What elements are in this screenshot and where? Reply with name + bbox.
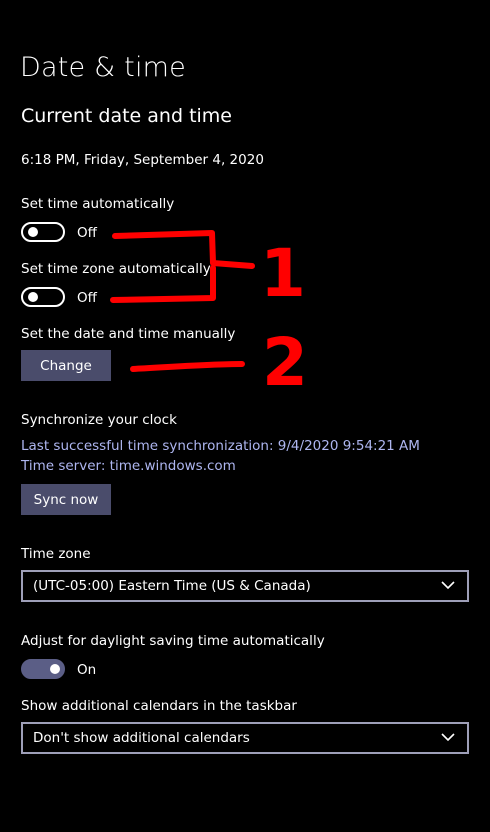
toggle-knob [50,664,60,674]
time-zone-label: Time zone [21,546,91,562]
set-time-auto-label: Set time automatically [21,196,175,212]
time-zone-select[interactable]: (UTC-05:00) Eastern Time (US & Canada) [21,570,469,602]
toggle-knob [28,292,38,302]
annotation-marker-2: 2 [262,324,308,401]
chevron-down-icon [441,581,455,590]
set-time-auto-state: Off [77,225,97,241]
set-timezone-auto-label: Set time zone automatically [21,261,211,277]
page-title: Date & time [20,52,186,83]
time-server-text: Time server: time.windows.com [21,458,236,474]
arrow-line-annotation [130,361,245,372]
dst-toggle[interactable] [21,659,65,679]
set-timezone-auto-state: Off [77,290,97,306]
additional-calendars-label: Show additional calendars in the taskbar [21,698,297,714]
manual-datetime-label: Set the date and time manually [21,326,236,342]
time-zone-value: (UTC-05:00) Eastern Time (US & Canada) [33,578,311,594]
dst-state: On [77,662,97,678]
additional-calendars-value: Don't show additional calendars [33,730,250,746]
change-button[interactable]: Change [21,350,111,381]
annotation-marker-1: 1 [260,235,306,312]
chevron-down-icon [441,733,455,742]
set-timezone-auto-toggle[interactable] [21,287,65,307]
set-time-auto-toggle[interactable] [21,222,65,242]
current-datetime: 6:18 PM, Friday, September 4, 2020 [21,152,264,168]
sync-now-button[interactable]: Sync now [21,484,111,515]
current-date-heading: Current date and time [21,105,232,127]
dst-label: Adjust for daylight saving time automati… [21,633,325,649]
last-sync-text: Last successful time synchronization: 9/… [21,438,420,454]
sync-heading: Synchronize your clock [21,412,177,428]
additional-calendars-select[interactable]: Don't show additional calendars [21,722,469,754]
toggle-knob [28,227,38,237]
